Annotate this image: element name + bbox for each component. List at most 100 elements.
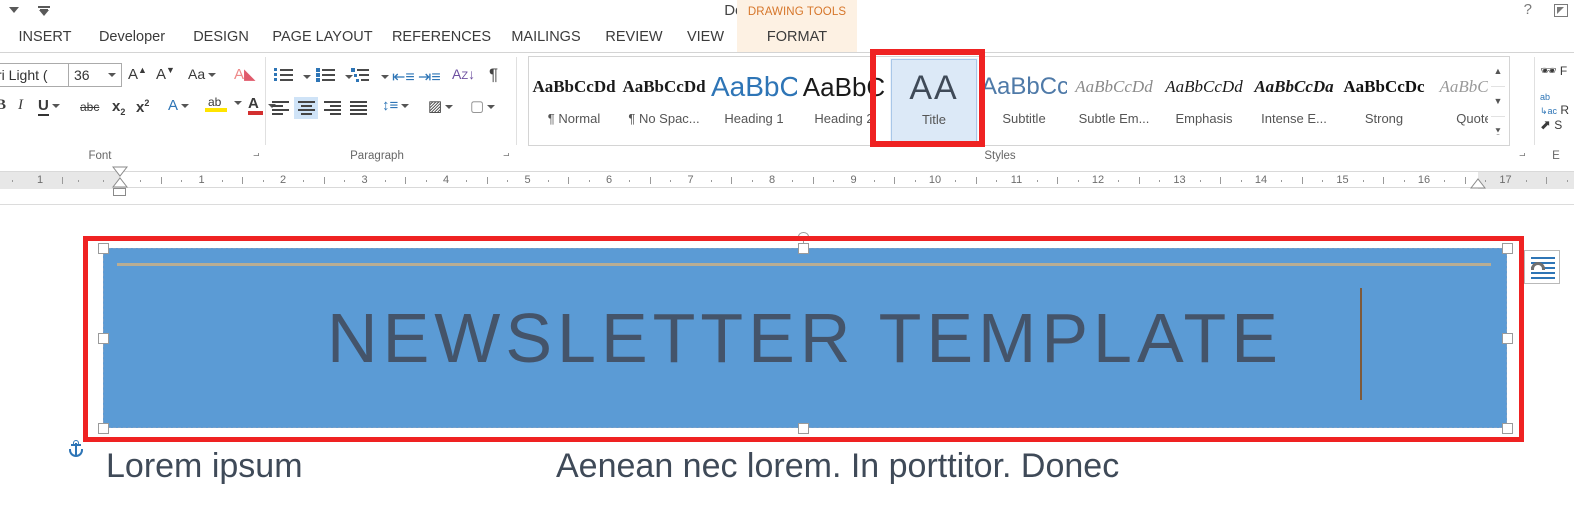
styles-gallery-scrollbar[interactable]: ▲ ▼ ⯆ ‾ — [1488, 56, 1510, 146]
styles-dialog-launcher[interactable] — [1516, 149, 1528, 161]
help-icon[interactable]: ? — [1524, 2, 1532, 18]
shading-icon[interactable]: ▨ — [428, 97, 454, 115]
tab-references[interactable]: REFERENCES — [390, 22, 493, 52]
font-size-dropdown-icon[interactable] — [108, 73, 116, 77]
ruler-tick — [650, 177, 651, 184]
numbering-icon[interactable] — [316, 67, 336, 83]
ruler-tick — [324, 177, 325, 184]
styles-group-label: Styles — [984, 150, 1016, 162]
style-item-normal[interactable]: AaBbCcDd ¶ Normal — [531, 59, 617, 143]
decrease-indent-icon[interactable]: ⇤≡ — [392, 67, 415, 87]
grow-font-icon[interactable]: A▲ — [128, 65, 147, 83]
tab-design[interactable]: DESIGN — [188, 22, 254, 52]
show-formatting-marks-icon[interactable]: ¶ — [489, 65, 498, 85]
subscript-icon[interactable]: x2 — [112, 98, 125, 117]
ruler-tick — [1078, 180, 1079, 182]
highlight-dropdown-icon[interactable] — [206, 94, 242, 111]
ruler-left-margin[interactable] — [0, 172, 120, 189]
line-spacing-icon[interactable]: ↕≡ — [382, 97, 410, 114]
text-effects-icon[interactable]: A — [168, 97, 190, 114]
bullets-dropdown-icon[interactable] — [303, 75, 311, 79]
style-item-subtle-em[interactable]: AaBbCcDd Subtle Em... — [1071, 59, 1157, 143]
font-dialog-launcher[interactable] — [250, 149, 262, 161]
tab-view[interactable]: VIEW — [682, 22, 729, 52]
multilevel-list-icon[interactable] — [350, 67, 370, 83]
tab-mailings[interactable]: MAILINGS — [503, 22, 589, 52]
styles-scroll-down-icon[interactable]: ▼ — [1488, 87, 1508, 116]
find-button[interactable]: 🕶 F — [1540, 63, 1567, 79]
increase-indent-icon[interactable]: ⇥≡ — [418, 67, 441, 87]
ruler-tick — [487, 177, 488, 184]
align-center-icon[interactable] — [294, 97, 318, 119]
ruler-tick — [1444, 180, 1445, 182]
ribbon-display-options-icon[interactable] — [1554, 3, 1568, 17]
ruler-tick — [548, 180, 549, 182]
ruler-tick — [996, 180, 997, 182]
ruler-tick — [955, 180, 956, 182]
layout-options-icon[interactable] — [1524, 250, 1560, 284]
ruler-tick — [242, 177, 243, 184]
shrink-font-icon[interactable]: A▼ — [156, 65, 175, 83]
ruler-tick — [12, 180, 13, 182]
style-item-strong[interactable]: AaBbCcDc Strong — [1341, 59, 1427, 143]
ruler-tick — [1322, 180, 1323, 182]
ruler-number: 2 — [279, 174, 287, 186]
ruler-tick — [1241, 180, 1242, 182]
italic-icon[interactable]: I — [18, 97, 23, 114]
replace-button[interactable]: ab ↳ac R — [1540, 89, 1569, 117]
body-paragraph-right[interactable]: Aenean nec lorem. In porttitor. Donec — [556, 447, 1119, 486]
style-name: Heading 1 — [724, 111, 784, 126]
font-size-value: 36 — [74, 67, 90, 83]
clear-formatting-icon[interactable]: A◣ — [234, 65, 256, 83]
ruler-tick — [752, 180, 753, 182]
find-label: F — [1559, 64, 1568, 78]
change-case-icon[interactable]: Aa — [188, 66, 217, 82]
tab-format[interactable]: FORMAT — [737, 22, 857, 52]
multilevel-dropdown-icon[interactable] — [381, 75, 389, 79]
ruler-tick — [303, 180, 304, 182]
justify-icon[interactable] — [346, 97, 370, 119]
style-item-intense-e[interactable]: AaBbCcDa Intense E... — [1251, 59, 1337, 143]
superscript-icon[interactable]: x2 — [136, 98, 149, 116]
select-button[interactable]: ⬈ S — [1540, 117, 1562, 133]
paragraph-dialog-launcher[interactable] — [500, 149, 512, 161]
tab-review[interactable]: REVIEW — [600, 22, 668, 52]
styles-gallery[interactable]: AaBbCcDd ¶ Normal AaBbCcDd ¶ No Spac... AaBb… — [528, 56, 1510, 146]
style-item-heading-1[interactable]: AaBbC Heading 1 — [711, 59, 797, 143]
style-item-no-spac[interactable]: AaBbCcDd ¶ No Spac... — [621, 59, 707, 143]
tab-developer[interactable]: Developer — [88, 22, 176, 52]
ruler-tick — [731, 177, 732, 184]
font-name-value: ri Light ( — [0, 67, 48, 83]
style-item-emphasis[interactable]: AaBbCcDd Emphasis — [1161, 59, 1247, 143]
tab-insert[interactable]: INSERT — [14, 22, 76, 52]
body-paragraph-left[interactable]: Lorem ipsum — [106, 447, 303, 486]
ruler-tick — [405, 177, 406, 184]
style-item-subtitle[interactable]: AaBbCcl Subtitle — [981, 59, 1067, 143]
first-line-indent-marker[interactable] — [112, 166, 128, 190]
annotation-rectangle-title-style — [870, 49, 985, 147]
align-right-icon[interactable] — [320, 97, 344, 119]
annotation-rectangle-textbox — [83, 236, 1524, 442]
ruler-number: 16 — [1417, 174, 1431, 186]
right-indent-marker[interactable] — [1470, 177, 1486, 189]
styles-more-icon[interactable]: ⯆ ‾ — [1488, 117, 1508, 146]
group-divider-2 — [516, 57, 517, 145]
tab-page-layout[interactable]: PAGE LAYOUT — [264, 22, 381, 52]
group-divider — [265, 57, 266, 145]
strikethrough-icon[interactable]: abc — [80, 100, 99, 114]
underline-icon[interactable]: U — [38, 97, 60, 116]
layout-options-arc — [1531, 262, 1545, 270]
ruler-number: 11 — [1010, 174, 1023, 186]
bullets-icon[interactable] — [274, 67, 294, 83]
ruler-number: 15 — [1336, 174, 1349, 186]
horizontal-ruler[interactable]: 1 1 2 3 4 5 6 7 8 9 10 11 12 13 14 15 16 17 — [0, 171, 1574, 189]
bold-icon[interactable]: B — [0, 97, 6, 114]
ruler[interactable]: 1 1 2 3 4 5 6 7 8 9 10 11 12 13 14 15 16 17 — [0, 166, 1574, 204]
align-left-icon[interactable] — [268, 97, 292, 119]
borders-icon[interactable]: ▢ — [470, 97, 496, 115]
sort-icon[interactable]: AZ↓ — [452, 66, 475, 82]
styles-scroll-up-icon[interactable]: ▲ — [1488, 57, 1508, 86]
font-size-input[interactable]: 36 — [68, 63, 122, 87]
ruler-number: 4 — [442, 174, 450, 186]
ruler-tick — [1139, 177, 1140, 184]
